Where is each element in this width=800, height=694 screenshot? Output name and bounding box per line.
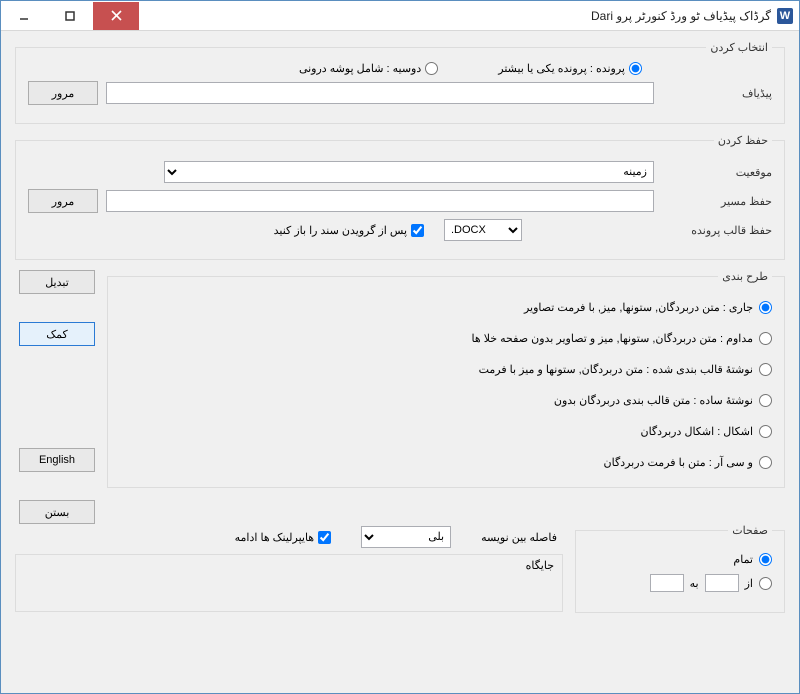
pages-to-label: به: [690, 577, 699, 590]
layout-group: طرح بندی جاری : متن دربردگان, ستونها, می…: [107, 270, 785, 488]
app-window: W گرڈاک پیڈیاف ٹو ورڈ کنورٹر پرو Dari ان…: [0, 0, 800, 694]
pages-all-label: تمام: [733, 553, 753, 566]
open-after-checkbox[interactable]: [411, 224, 424, 237]
status-box: جایگاه: [15, 554, 563, 612]
pages-group-legend: صفحات: [728, 524, 772, 537]
layout-opt-1-label: مداوم : متن دربردگان, ستونها, میز و تصاو…: [472, 332, 753, 345]
layout-opt-3[interactable]: نوشتۀ ساده : متن قالب بندی دربردگان بدون: [120, 394, 772, 407]
status-label: جایگاه: [526, 560, 554, 572]
save-group: حفظ کردن موقعیت زمینه حفظ مسیر مرور حفظ …: [15, 134, 785, 260]
save-path-input[interactable]: [106, 190, 654, 212]
layout-opt-2-label: نوشتۀ قالب بندی شده : متن دربردگان, ستون…: [479, 363, 753, 376]
pdf-label: پیڈیاف: [662, 87, 772, 100]
layout-opt-0-label: جاری : متن دربردگان, ستونها, میز, با فرم…: [524, 301, 753, 314]
pages-all-radio[interactable]: [759, 553, 772, 566]
char-spacing-label: فاصله بین نویسه: [481, 531, 557, 544]
pages-range-radio[interactable]: [759, 577, 772, 590]
open-after-label: پس از گرویدن سند را باز کنید: [274, 224, 407, 237]
layout-opt-1[interactable]: مداوم : متن دربردگان, ستونها, میز و تصاو…: [120, 332, 772, 345]
browse-pdf-button[interactable]: مرور: [28, 81, 98, 105]
close-window-button[interactable]: [93, 2, 139, 30]
convert-button[interactable]: تبدیل: [19, 270, 95, 294]
maximize-button[interactable]: [47, 2, 93, 30]
pages-from-label: از: [745, 577, 753, 590]
select-group: انتخاب کردن پرونده : پرونده یکی یا بیشتر…: [15, 41, 785, 124]
source-folder-radio-input[interactable]: [425, 62, 438, 75]
window-title: گرڈاک پیڈیاف ٹو ورڈ کنورٹر پرو Dari: [591, 9, 771, 23]
hyperlinks-label: هایپرلینک ها ادامه: [235, 531, 315, 544]
layout-opt-0[interactable]: جاری : متن دربردگان, ستونها, میز, با فرم…: [120, 301, 772, 314]
layout-opt-4[interactable]: اشکال : اشکال دربردگان: [120, 425, 772, 438]
format-select[interactable]: .DOCX: [444, 219, 522, 241]
layout-group-legend: طرح بندی: [718, 270, 772, 283]
browse-save-button[interactable]: مرور: [28, 189, 98, 213]
hyperlinks-checkbox[interactable]: [318, 531, 331, 544]
save-group-legend: حفظ کردن: [714, 134, 772, 147]
layout-opt-5[interactable]: و سی آر : متن با فرمت دربردگان: [120, 456, 772, 469]
pages-to-input[interactable]: [650, 574, 684, 592]
help-button[interactable]: کمک: [19, 322, 95, 346]
layout-opt-2[interactable]: نوشتۀ قالب بندی شده : متن دربردگان, ستون…: [120, 363, 772, 376]
layout-opt-3-label: نوشتۀ ساده : متن قالب بندی دربردگان بدون: [554, 394, 753, 407]
pages-from-input[interactable]: [705, 574, 739, 592]
side-buttons: تبدیل کمک English بستن: [15, 270, 95, 524]
save-path-label: حفظ مسیر: [662, 195, 772, 208]
minimize-button[interactable]: [1, 2, 47, 30]
source-file-radio-input[interactable]: [629, 62, 642, 75]
source-file-radio[interactable]: پرونده : پرونده یکی یا بیشتر: [498, 62, 642, 75]
english-button[interactable]: English: [19, 448, 95, 472]
titlebar: W گرڈاک پیڈیاف ٹو ورڈ کنورٹر پرو Dari: [1, 1, 799, 31]
app-icon: W: [777, 8, 793, 24]
select-group-legend: انتخاب کردن: [706, 41, 772, 54]
layout-opt-4-label: اشکال : اشکال دربردگان: [640, 425, 753, 438]
layout-opt-5-label: و سی آر : متن با فرمت دربردگان: [604, 456, 753, 469]
open-after-check[interactable]: پس از گرویدن سند را باز کنید: [274, 224, 424, 237]
source-folder-radio-label: دوسیه : شامل پوشه درونی: [299, 62, 421, 75]
location-label: موقعیت: [662, 166, 772, 179]
save-format-label: حفظ قالب پرونده: [662, 224, 772, 237]
char-spacing-select[interactable]: بلی: [361, 526, 451, 548]
close-button[interactable]: بستن: [19, 500, 95, 524]
source-file-radio-label: پرونده : پرونده یکی یا بیشتر: [498, 62, 625, 75]
pages-group: صفحات تمام از به: [575, 524, 785, 613]
location-select[interactable]: زمینه: [164, 161, 654, 183]
source-folder-radio[interactable]: دوسیه : شامل پوشه درونی: [299, 62, 438, 75]
hyperlinks-check[interactable]: هایپرلینک ها ادامه: [235, 531, 332, 544]
pdf-path-input[interactable]: [106, 82, 654, 104]
